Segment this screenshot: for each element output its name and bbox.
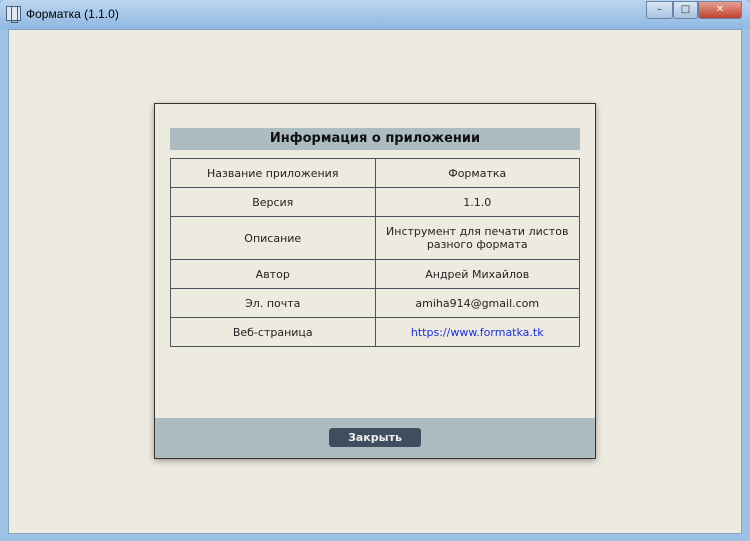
- row-value: Инструмент для печати листов разного фор…: [374, 216, 580, 260]
- table-row: Эл. почта amiha914@gmail.com: [170, 288, 580, 318]
- maximize-button[interactable]: □: [673, 1, 698, 19]
- table-row: Версия 1.1.0: [170, 187, 580, 217]
- table-row: Автор Андрей Михайлов: [170, 259, 580, 289]
- dialog-footer: Закрыть: [155, 418, 595, 458]
- table-row: Название приложения Форматка: [170, 158, 580, 188]
- dialog-heading: Информация о приложении: [170, 128, 580, 150]
- row-value: https://www.formatka.tk: [374, 317, 580, 347]
- table-row: Веб-страница https://www.formatka.tk: [170, 317, 580, 347]
- row-value: Андрей Михайлов: [374, 259, 580, 289]
- app-icon: [6, 6, 21, 23]
- minimize-button[interactable]: –: [646, 1, 673, 19]
- row-value: amiha914@gmail.com: [374, 288, 580, 318]
- window-title: Форматка (1.1.0): [26, 7, 119, 21]
- table-row: Описание Инструмент для печати листов раз…: [170, 216, 580, 260]
- row-label: Описание: [170, 216, 376, 260]
- close-button[interactable]: Закрыть: [329, 428, 421, 447]
- title-bar[interactable]: Форматка (1.1.0) – □ ✕: [0, 0, 750, 29]
- website-link[interactable]: https://www.formatka.tk: [411, 326, 544, 339]
- row-label: Версия: [170, 187, 376, 217]
- row-value: Форматка: [374, 158, 580, 188]
- close-window-button[interactable]: ✕: [698, 1, 742, 19]
- row-label: Веб-страница: [170, 317, 376, 347]
- row-label: Эл. почта: [170, 288, 376, 318]
- info-table: Название приложения Форматка Версия 1.1.0 …: [170, 158, 580, 347]
- row-label: Автор: [170, 259, 376, 289]
- row-value: 1.1.0: [374, 187, 580, 217]
- about-dialog: Информация о приложении Название приложе…: [154, 103, 596, 459]
- row-label: Название приложения: [170, 158, 376, 188]
